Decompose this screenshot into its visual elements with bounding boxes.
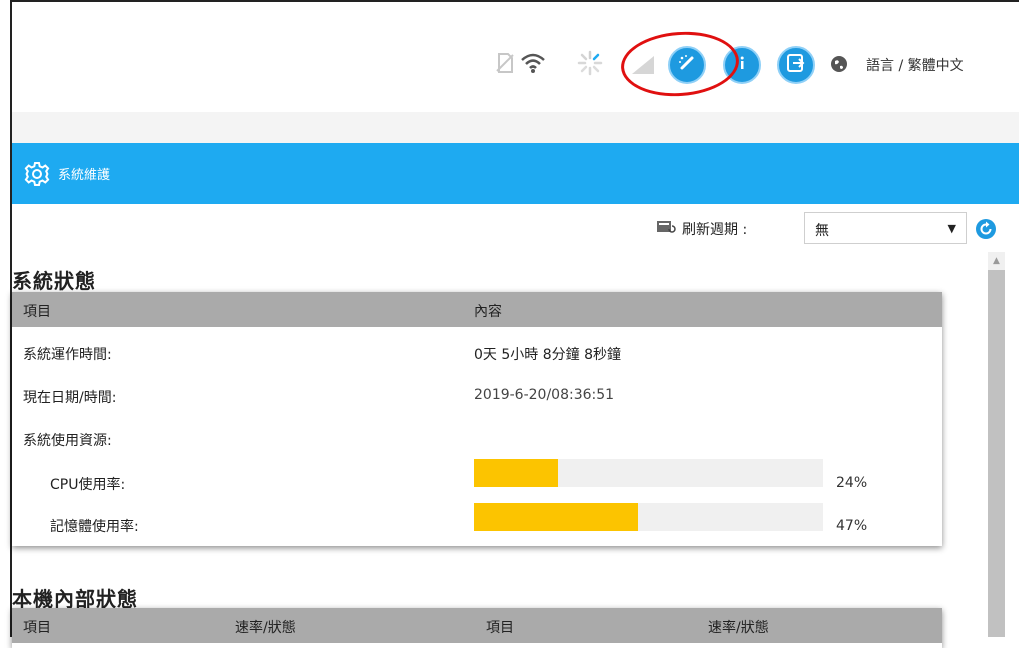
refresh-button[interactable] [975,218,997,240]
refresh-period-label: 刷新週期 : [656,219,747,239]
column-header-content: 內容 [474,304,502,320]
column-header-status-1: 速率/狀態 [235,620,296,636]
system-status-title: 系統狀態 [12,269,96,293]
refresh-period-icon [656,220,676,238]
cpu-usage-fill [474,459,558,487]
column-header-item-1: 項目 [23,620,51,636]
row-datetime-label: 現在日期/時間: [23,390,117,406]
scroll-up-arrow-icon[interactable]: ▲ [988,252,1005,269]
scrollbar-thumb[interactable] [988,270,1005,637]
column-header-item-2: 項目 [486,620,514,636]
refresh-icon [975,219,997,244]
gear-icon [24,161,50,187]
logout-icon [785,52,807,78]
page-titlebar: 系統維護 [12,143,1019,204]
page-title: 系統維護 [58,168,111,183]
row-memory-label: 記憶體使用率: [50,519,139,535]
header-spacer [12,112,1019,143]
table-header: 項目 內容 [12,292,942,327]
dropdown-arrow-icon: ▼ [947,222,956,235]
refresh-period-value: 無 [815,223,829,239]
row-datetime-value: 2019-6-20/08:36:51 [474,387,615,403]
internal-status-table: 項目 速率/狀態 項目 速率/狀態 [12,608,942,648]
refresh-period-select[interactable]: 無 ▼ [804,212,967,244]
language-selector[interactable]: 語言 / 繁體中文 [866,55,964,75]
row-uptime-value: 0天 5小時 8分鐘 8秒鐘 [474,347,621,363]
row-uptime-label: 系統運作時間: [23,347,112,363]
memory-usage-bar [474,503,823,531]
table-header: 項目 速率/狀態 項目 速率/狀態 [12,608,942,643]
logout-button[interactable] [777,46,815,84]
cpu-usage-percent: 24% [836,475,868,491]
cpu-usage-bar [474,459,823,487]
sim-icon [496,53,514,73]
top-header: 語言 / 繁體中文 [12,2,1019,112]
loading-icon [577,50,603,76]
refresh-period-text: 刷新週期 : [682,222,748,238]
row-cpu-label: CPU使用率: [50,477,126,493]
memory-usage-percent: 47% [836,518,868,534]
row-resources-label: 系統使用資源: [23,433,112,449]
column-header-item: 項目 [23,304,51,320]
system-status-table: 項目 內容 系統運作時間: 0天 5小時 8分鐘 8秒鐘 現在日期/時間: 20… [12,292,942,546]
highlight-annotation-ring [618,27,742,101]
memory-usage-fill [474,503,639,531]
wifi-icon [520,52,546,74]
globe-icon [830,55,848,73]
column-header-status-2: 速率/狀態 [708,620,769,636]
